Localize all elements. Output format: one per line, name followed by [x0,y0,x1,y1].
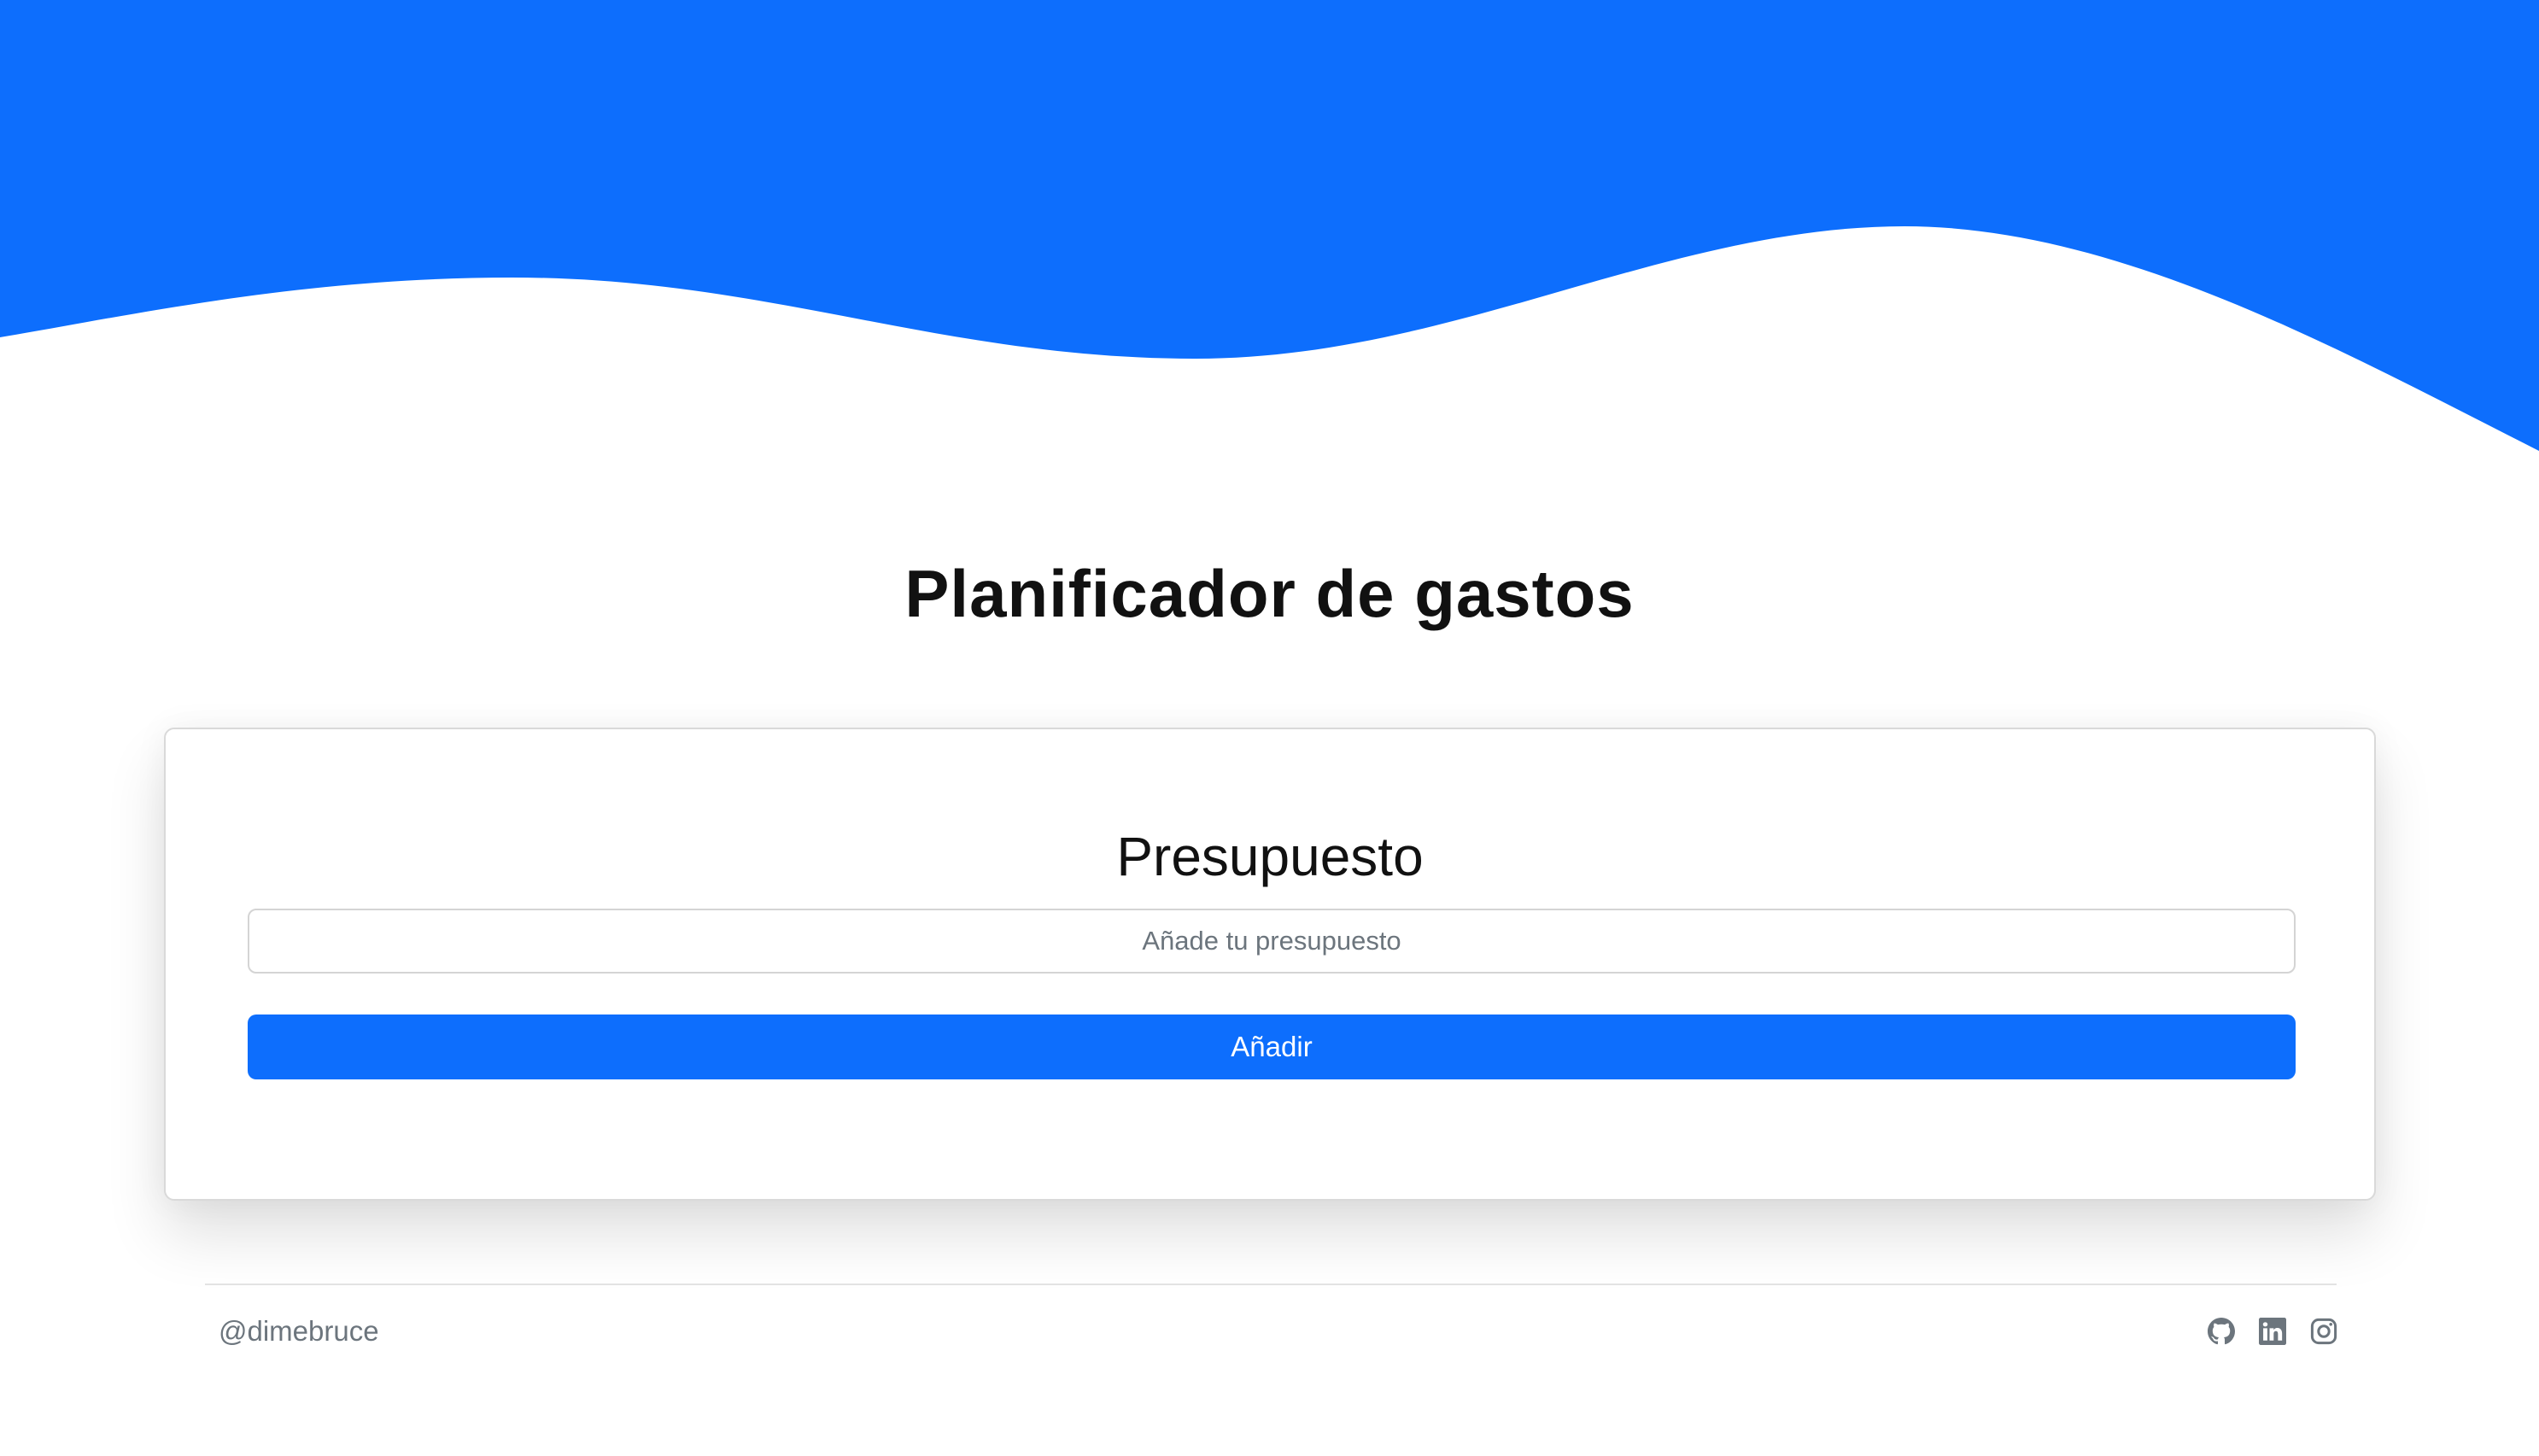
social-links [2208,1318,2337,1345]
page: Planificador de gastos Presupuesto Añadi… [0,0,2539,1456]
github-icon[interactable] [2208,1318,2235,1345]
add-budget-button[interactable]: Añadir [248,1015,2296,1079]
footer-divider [205,1284,2337,1285]
budget-card: Presupuesto Añadir [164,728,2376,1201]
budget-card-title: Presupuesto [1116,826,1424,887]
instagram-icon[interactable] [2310,1318,2337,1345]
page-title: Planificador de gastos [904,556,1635,631]
budget-input[interactable] [248,909,2296,974]
linkedin-icon[interactable] [2259,1318,2286,1345]
header-wave [0,0,2539,451]
footer-handle: @dimebruce [219,1315,379,1347]
